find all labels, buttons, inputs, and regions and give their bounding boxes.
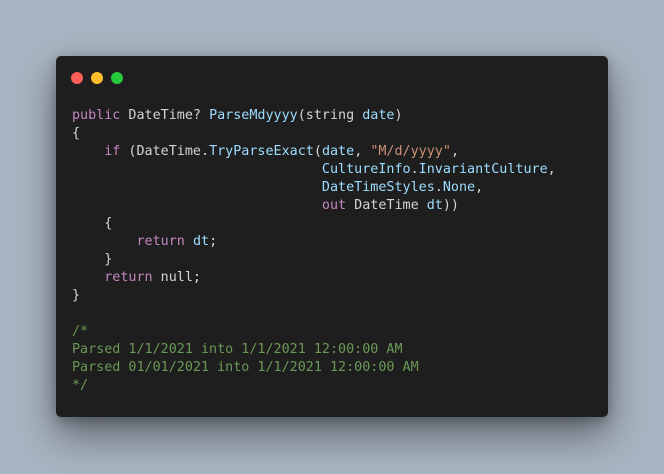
code-line: /* — [72, 323, 556, 341]
code-token-keyword: return — [104, 270, 153, 285]
code-token-keyword: if — [104, 144, 121, 159]
code-token-default: , — [547, 162, 556, 177]
code-token-keyword: return — [136, 234, 185, 249]
code-line: DateTimeStyles.None, — [72, 179, 556, 197]
code-token-comment: Parsed 1/1/2021 into 1/1/2021 12:00:00 A… — [72, 342, 403, 357]
code-line: Parsed 01/01/2021 into 1/1/2021 12:00:00… — [72, 359, 556, 377]
code-token-default: DateTime — [346, 198, 427, 213]
code-token-default: { — [72, 126, 81, 141]
code-line: */ — [72, 377, 556, 395]
code-line: return null; — [72, 269, 556, 287]
code-token-function: dt — [192, 234, 210, 249]
code-line: out DateTime dt)) — [72, 197, 556, 215]
code-token-default — [72, 162, 322, 177]
code-token-function: None — [442, 180, 476, 195]
code-line: } — [72, 251, 556, 269]
code-token-string: "M/d/yyyy" — [370, 144, 451, 159]
code-token-keyword: out — [321, 198, 347, 213]
code-token-default: . — [434, 180, 443, 195]
code-token-default: )) — [442, 198, 459, 213]
code-token-default: ( — [313, 144, 322, 159]
code-token-default: null; — [152, 270, 201, 285]
code-token-default: , — [354, 144, 371, 159]
code-token-default: DateTime? — [120, 108, 210, 123]
minimize-dot-icon[interactable] — [91, 72, 103, 84]
code-token-function: InvariantCulture — [418, 162, 548, 177]
code-token-function: date — [362, 108, 395, 123]
code-line: return dt; — [72, 233, 556, 251]
code-token-default: (DateTime. — [120, 144, 210, 159]
code-line: if (DateTime.TryParseExact(date, "M/d/yy… — [72, 143, 556, 161]
code-token-default — [185, 234, 193, 249]
code-line: CultureInfo.InvariantCulture, — [72, 161, 556, 179]
code-token-function: DateTimeStyles — [321, 180, 435, 195]
code-token-default: . — [410, 162, 419, 177]
code-token-default: } — [72, 252, 113, 267]
code-token-function: ParseMdyyyy — [209, 108, 298, 123]
code-token-function: CultureInfo — [321, 162, 411, 177]
code-token-default: (string — [297, 108, 363, 123]
code-token-default — [72, 234, 137, 249]
code-window: public DateTime? ParseMdyyyy(string date… — [56, 56, 608, 417]
code-token-default: , — [450, 144, 459, 159]
code-line: } — [72, 287, 556, 305]
code-token-default: { — [72, 216, 113, 231]
code-token-comment: /* — [72, 324, 89, 339]
close-dot-icon[interactable] — [71, 72, 83, 84]
code-token-comment: */ — [72, 378, 89, 393]
window-controls — [71, 72, 123, 84]
code-line: { — [72, 125, 556, 143]
code-line: { — [72, 215, 556, 233]
code-token-keyword: public — [72, 108, 121, 123]
code-token-function: dt — [426, 198, 443, 213]
code-token-default: } — [72, 288, 81, 303]
code-token-function: TryParseExact — [209, 144, 314, 159]
code-token-default — [72, 180, 322, 195]
code-token-comment: Parsed 01/01/2021 into 1/1/2021 12:00:00… — [72, 360, 419, 375]
code-token-default: , — [475, 180, 484, 195]
maximize-dot-icon[interactable] — [111, 72, 123, 84]
code-token-default — [72, 270, 104, 285]
code-token-default: ) — [394, 108, 403, 123]
code-token-default — [72, 198, 322, 213]
code-token-default — [72, 144, 104, 159]
code-token-default: ; — [209, 234, 218, 249]
code-line: public DateTime? ParseMdyyyy(string date… — [72, 107, 556, 125]
code-token-function: date — [321, 144, 355, 159]
code-line: Parsed 1/1/2021 into 1/1/2021 12:00:00 A… — [72, 341, 556, 359]
code-block: public DateTime? ParseMdyyyy(string date… — [72, 107, 556, 395]
